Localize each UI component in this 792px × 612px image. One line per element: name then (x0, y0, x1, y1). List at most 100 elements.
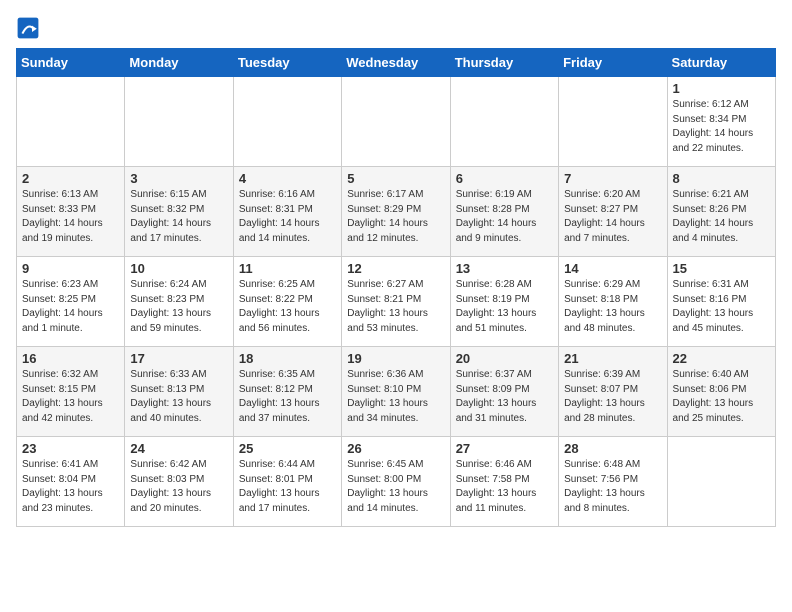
day-info: Sunrise: 6:19 AM Sunset: 8:28 PM Dayligh… (456, 188, 553, 246)
day-info: Sunrise: 6:44 AM Sunset: 8:01 PM Dayligh… (239, 458, 336, 516)
day-number: 1 (673, 81, 770, 96)
calendar-cell: 6 Sunrise: 6:19 AM Sunset: 8:28 PM Daylig… (450, 167, 558, 257)
day-number: 24 (130, 441, 227, 456)
day-number: 19 (347, 351, 444, 366)
calendar-cell: 28 Sunrise: 6:48 AM Sunset: 7:56 PM Dayli… (559, 437, 667, 527)
day-info: Sunrise: 6:37 AM Sunset: 8:09 PM Dayligh… (456, 368, 553, 426)
day-number: 16 (22, 351, 119, 366)
day-info: Sunrise: 6:25 AM Sunset: 8:22 PM Dayligh… (239, 278, 336, 336)
day-info: Sunrise: 6:24 AM Sunset: 8:23 PM Dayligh… (130, 278, 227, 336)
day-number: 14 (564, 261, 661, 276)
day-info: Sunrise: 6:41 AM Sunset: 8:04 PM Dayligh… (22, 458, 119, 516)
calendar-cell (667, 437, 775, 527)
day-number: 10 (130, 261, 227, 276)
day-info: Sunrise: 6:39 AM Sunset: 8:07 PM Dayligh… (564, 368, 661, 426)
calendar-body: 1 Sunrise: 6:12 AM Sunset: 8:34 PM Daylig… (17, 77, 776, 527)
day-info: Sunrise: 6:15 AM Sunset: 8:32 PM Dayligh… (130, 188, 227, 246)
calendar-cell: 20Sunrise: 6:37 AM Sunset: 8:09 PM Dayli… (450, 347, 558, 437)
week-row-2: 2 Sunrise: 6:13 AM Sunset: 8:33 PM Daylig… (17, 167, 776, 257)
calendar-cell: 7 Sunrise: 6:20 AM Sunset: 8:27 PM Daylig… (559, 167, 667, 257)
calendar-cell (342, 77, 450, 167)
calendar-cell: 8 Sunrise: 6:21 AM Sunset: 8:26 PM Daylig… (667, 167, 775, 257)
calendar-header: SundayMondayTuesdayWednesdayThursdayFrid… (17, 49, 776, 77)
calendar-table: SundayMondayTuesdayWednesdayThursdayFrid… (16, 48, 776, 527)
day-number: 21 (564, 351, 661, 366)
day-number: 6 (456, 171, 553, 186)
calendar-cell: 21 Sunrise: 6:39 AM Sunset: 8:07 PM Dayli… (559, 347, 667, 437)
day-number: 11 (239, 261, 336, 276)
day-info: Sunrise: 6:29 AM Sunset: 8:18 PM Dayligh… (564, 278, 661, 336)
header-day-monday: Monday (125, 49, 233, 77)
day-info: Sunrise: 6:36 AM Sunset: 8:10 PM Dayligh… (347, 368, 444, 426)
day-info: Sunrise: 6:42 AM Sunset: 8:03 PM Dayligh… (130, 458, 227, 516)
day-info: Sunrise: 6:31 AM Sunset: 8:16 PM Dayligh… (673, 278, 770, 336)
day-info: Sunrise: 6:32 AM Sunset: 8:15 PM Dayligh… (22, 368, 119, 426)
logo-icon (16, 16, 40, 40)
day-number: 23 (22, 441, 119, 456)
calendar-cell: 5 Sunrise: 6:17 AM Sunset: 8:29 PM Daylig… (342, 167, 450, 257)
day-number: 2 (22, 171, 119, 186)
header-day-tuesday: Tuesday (233, 49, 341, 77)
calendar-cell: 23 Sunrise: 6:41 AM Sunset: 8:04 PM Dayli… (17, 437, 125, 527)
day-number: 5 (347, 171, 444, 186)
day-info: Sunrise: 6:21 AM Sunset: 8:26 PM Dayligh… (673, 188, 770, 246)
day-number: 12 (347, 261, 444, 276)
header-row: SundayMondayTuesdayWednesdayThursdayFrid… (17, 49, 776, 77)
day-info: Sunrise: 6:20 AM Sunset: 8:27 PM Dayligh… (564, 188, 661, 246)
calendar-cell: 27 Sunrise: 6:46 AM Sunset: 7:58 PM Dayli… (450, 437, 558, 527)
day-number: 3 (130, 171, 227, 186)
calendar-cell: 4 Sunrise: 6:16 AM Sunset: 8:31 PM Daylig… (233, 167, 341, 257)
calendar-cell: 16 Sunrise: 6:32 AM Sunset: 8:15 PM Dayli… (17, 347, 125, 437)
day-number: 18 (239, 351, 336, 366)
day-info: Sunrise: 6:28 AM Sunset: 8:19 PM Dayligh… (456, 278, 553, 336)
calendar-cell: 11 Sunrise: 6:25 AM Sunset: 8:22 PM Dayli… (233, 257, 341, 347)
day-number: 17 (130, 351, 227, 366)
day-number: 22 (673, 351, 770, 366)
calendar-cell: 25Sunrise: 6:44 AM Sunset: 8:01 PM Dayli… (233, 437, 341, 527)
header-day-sunday: Sunday (17, 49, 125, 77)
calendar-cell: 12 Sunrise: 6:27 AM Sunset: 8:21 PM Dayli… (342, 257, 450, 347)
day-info: Sunrise: 6:35 AM Sunset: 8:12 PM Dayligh… (239, 368, 336, 426)
day-number: 28 (564, 441, 661, 456)
calendar-cell (17, 77, 125, 167)
calendar-cell: 15 Sunrise: 6:31 AM Sunset: 8:16 PM Dayli… (667, 257, 775, 347)
day-info: Sunrise: 6:48 AM Sunset: 7:56 PM Dayligh… (564, 458, 661, 516)
calendar-cell (233, 77, 341, 167)
header-day-thursday: Thursday (450, 49, 558, 77)
calendar-cell (559, 77, 667, 167)
day-info: Sunrise: 6:33 AM Sunset: 8:13 PM Dayligh… (130, 368, 227, 426)
day-number: 9 (22, 261, 119, 276)
day-number: 26 (347, 441, 444, 456)
day-info: Sunrise: 6:12 AM Sunset: 8:34 PM Dayligh… (673, 98, 770, 156)
day-info: Sunrise: 6:27 AM Sunset: 8:21 PM Dayligh… (347, 278, 444, 336)
day-number: 13 (456, 261, 553, 276)
calendar-cell: 22 Sunrise: 6:40 AM Sunset: 8:06 PM Dayli… (667, 347, 775, 437)
day-number: 15 (673, 261, 770, 276)
calendar-cell: 10 Sunrise: 6:24 AM Sunset: 8:23 PM Dayli… (125, 257, 233, 347)
header-day-saturday: Saturday (667, 49, 775, 77)
calendar-cell: 24 Sunrise: 6:42 AM Sunset: 8:03 PM Dayli… (125, 437, 233, 527)
calendar-cell: 19 Sunrise: 6:36 AM Sunset: 8:10 PM Dayli… (342, 347, 450, 437)
day-number: 8 (673, 171, 770, 186)
calendar-cell: 2 Sunrise: 6:13 AM Sunset: 8:33 PM Daylig… (17, 167, 125, 257)
day-info: Sunrise: 6:46 AM Sunset: 7:58 PM Dayligh… (456, 458, 553, 516)
calendar-cell (450, 77, 558, 167)
day-number: 7 (564, 171, 661, 186)
day-info: Sunrise: 6:23 AM Sunset: 8:25 PM Dayligh… (22, 278, 119, 336)
day-info: Sunrise: 6:40 AM Sunset: 8:06 PM Dayligh… (673, 368, 770, 426)
calendar-cell: 9 Sunrise: 6:23 AM Sunset: 8:25 PM Daylig… (17, 257, 125, 347)
calendar-cell: 13 Sunrise: 6:28 AM Sunset: 8:19 PM Dayli… (450, 257, 558, 347)
week-row-1: 1 Sunrise: 6:12 AM Sunset: 8:34 PM Daylig… (17, 77, 776, 167)
day-info: Sunrise: 6:13 AM Sunset: 8:33 PM Dayligh… (22, 188, 119, 246)
day-number: 27 (456, 441, 553, 456)
day-info: Sunrise: 6:16 AM Sunset: 8:31 PM Dayligh… (239, 188, 336, 246)
week-row-5: 23 Sunrise: 6:41 AM Sunset: 8:04 PM Dayli… (17, 437, 776, 527)
day-info: Sunrise: 6:17 AM Sunset: 8:29 PM Dayligh… (347, 188, 444, 246)
calendar-cell: 17 Sunrise: 6:33 AM Sunset: 8:13 PM Dayli… (125, 347, 233, 437)
header-day-wednesday: Wednesday (342, 49, 450, 77)
day-number: 4 (239, 171, 336, 186)
calendar-cell: 26Sunrise: 6:45 AM Sunset: 8:00 PM Dayli… (342, 437, 450, 527)
header (16, 16, 776, 40)
calendar-cell: 14 Sunrise: 6:29 AM Sunset: 8:18 PM Dayli… (559, 257, 667, 347)
week-row-4: 16 Sunrise: 6:32 AM Sunset: 8:15 PM Dayli… (17, 347, 776, 437)
